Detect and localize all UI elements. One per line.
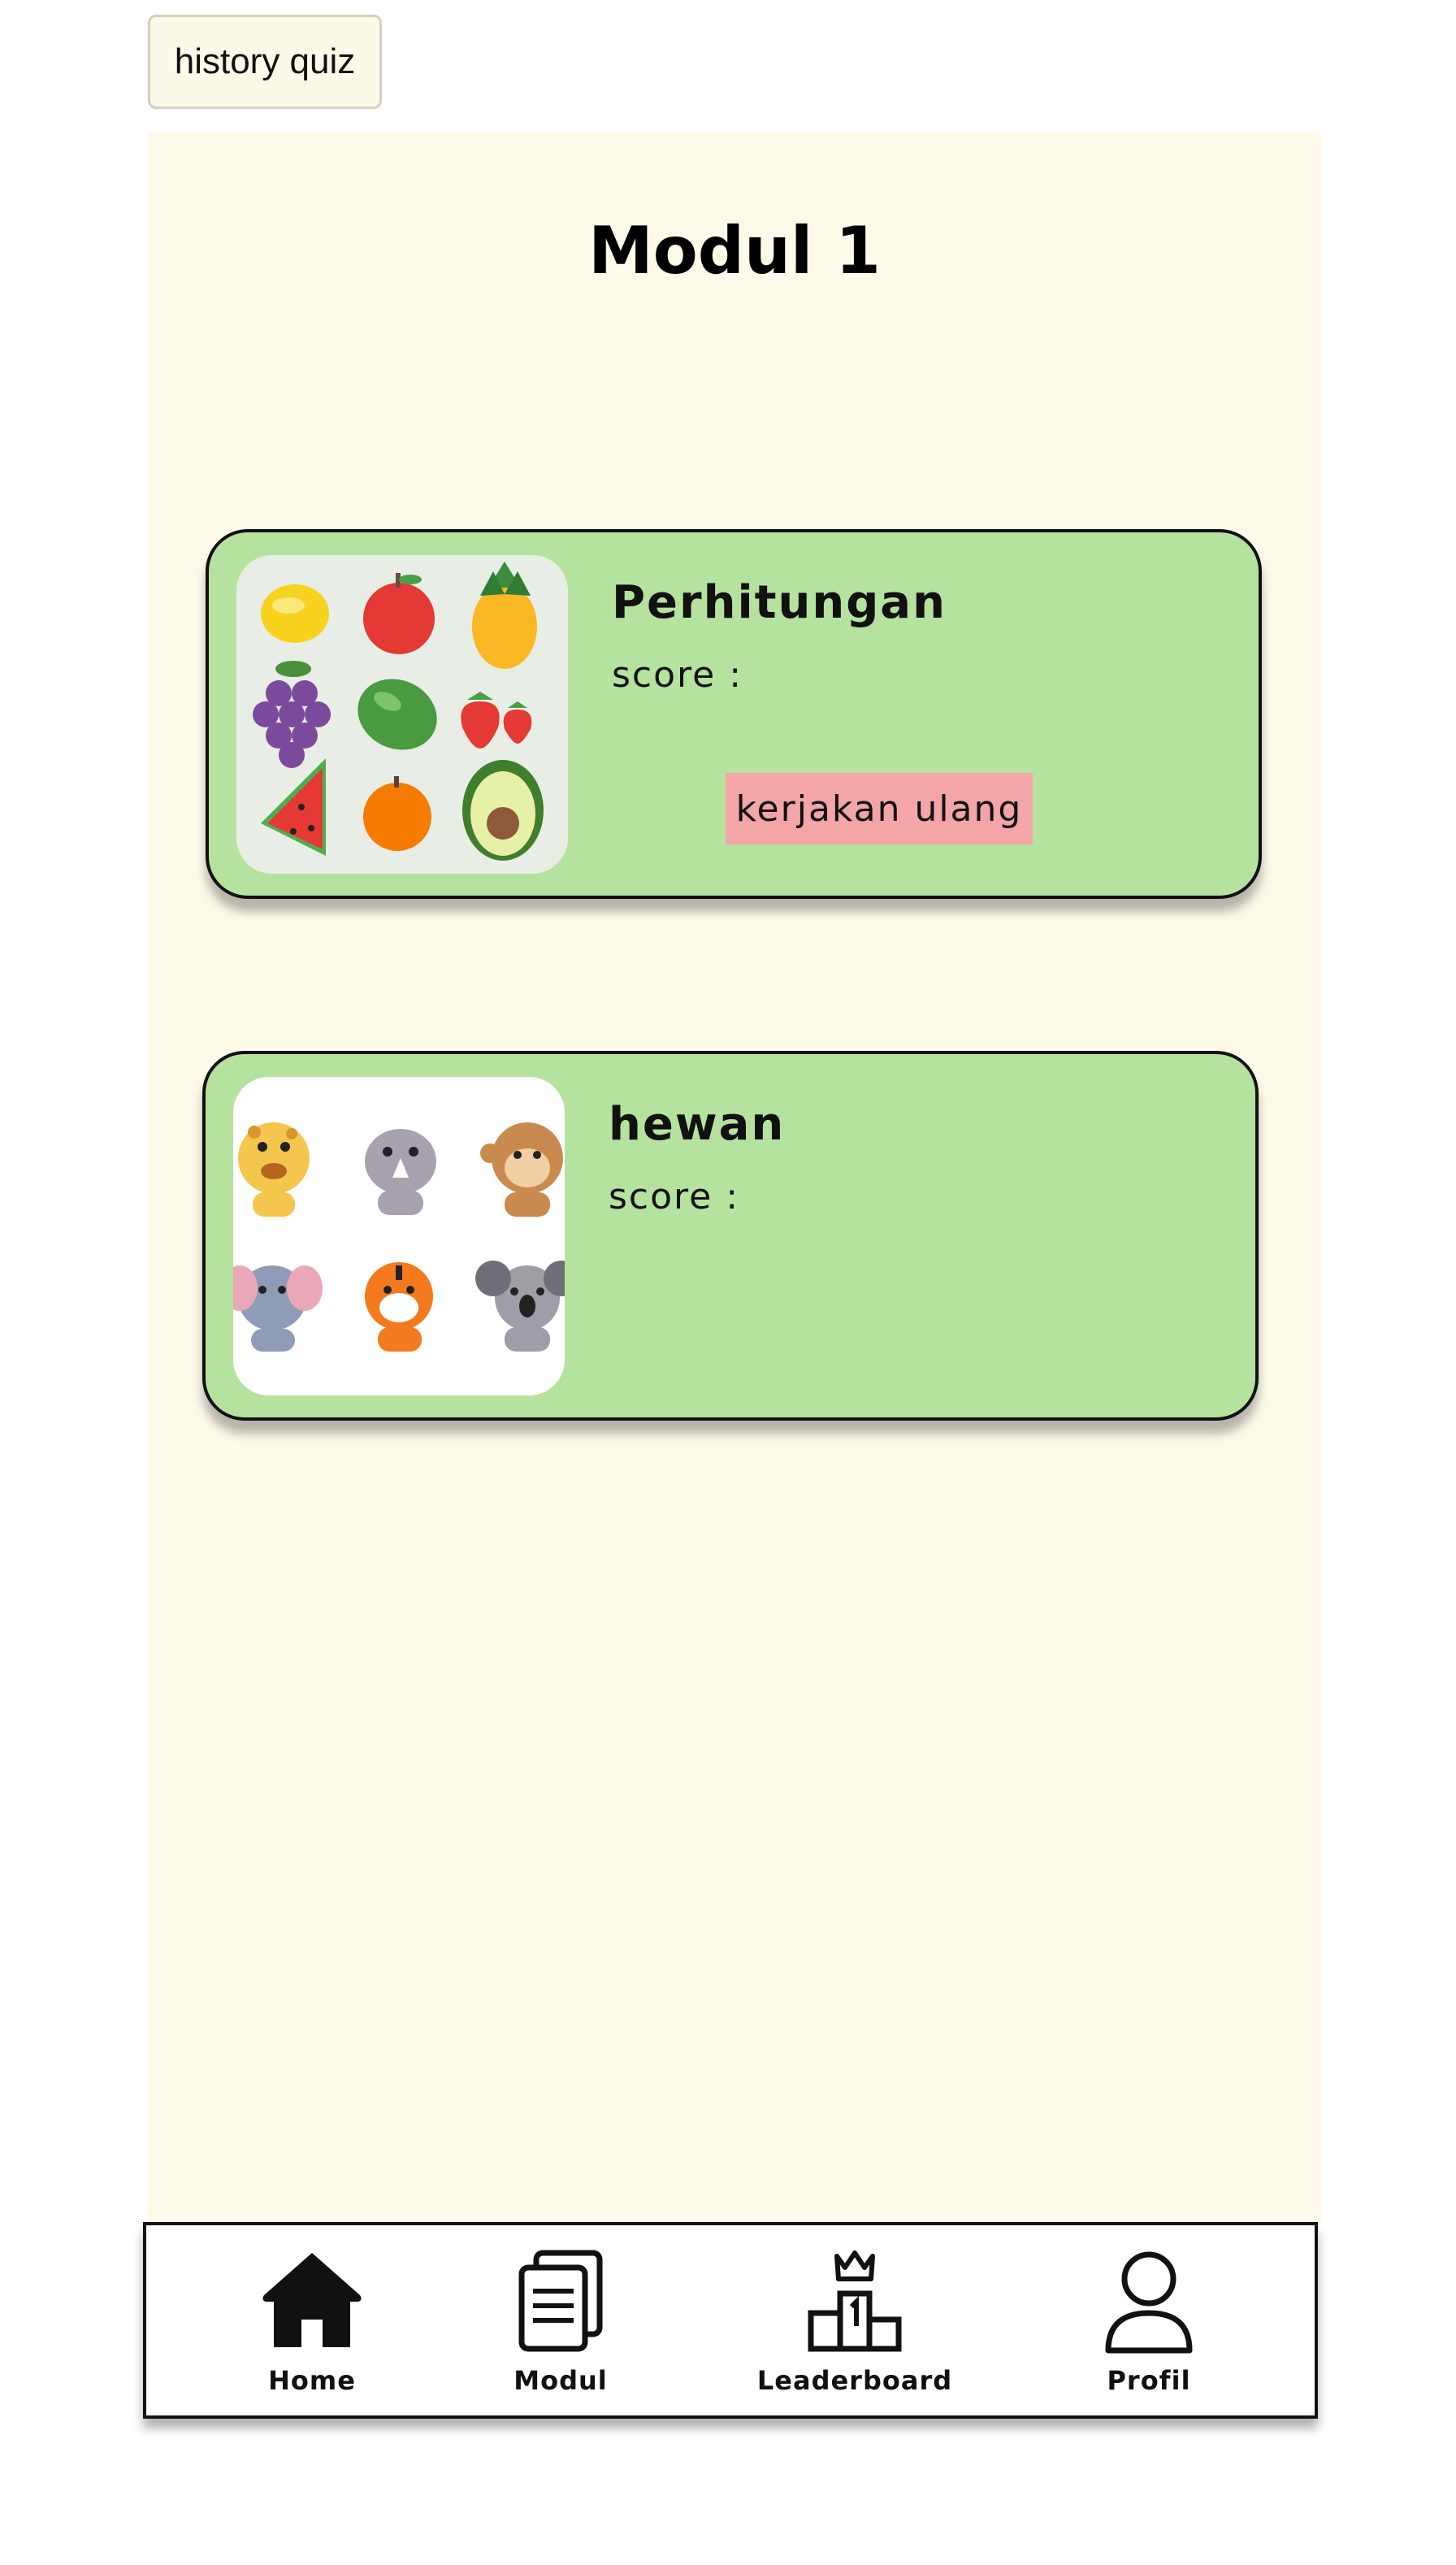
main-panel: Modul 1 Perhitungan score: kerjakan ula… <box>148 132 1321 2225</box>
quiz-title: Perhitungan <box>612 576 947 629</box>
animals-image <box>233 1077 565 1395</box>
fruits-image <box>236 555 568 874</box>
retry-quiz-button[interactable]: kerjakan ulang <box>726 773 1033 844</box>
user-icon <box>1105 2251 1193 2354</box>
quiz-score: score : <box>612 654 743 696</box>
home-icon <box>262 2253 362 2347</box>
quiz-card-perhitungan[interactable]: Perhitungan score : kerjakan ulang <box>206 529 1262 899</box>
podium-crown-icon <box>808 2250 902 2352</box>
history-quiz-button[interactable]: history quiz <box>148 15 382 109</box>
nav-item-leaderboard[interactable]: Leaderboard <box>733 2248 977 2402</box>
quiz-score: score : <box>609 1176 740 1217</box>
nav-label: Modul <box>514 2365 608 2396</box>
nav-item-home[interactable]: Home <box>190 2248 434 2402</box>
page-title: Modul 1 <box>588 213 881 289</box>
nav-item-profil[interactable]: Profil <box>1027 2248 1271 2402</box>
quiz-card-hewan[interactable]: hewan score : <box>202 1051 1259 1421</box>
fruits-thumbnail <box>236 555 568 874</box>
quiz-title: hewan <box>609 1098 786 1151</box>
nav-label: Leaderboard <box>756 2365 953 2396</box>
nav-label: Home <box>268 2365 356 2396</box>
nav-label: Profil <box>1107 2365 1191 2396</box>
bottom-nav: Home Modul Leaderboard Profil <box>143 2222 1318 2419</box>
animals-thumbnail <box>233 1077 565 1395</box>
nav-item-modul[interactable]: Modul <box>439 2248 682 2402</box>
document-icon <box>518 2250 603 2352</box>
